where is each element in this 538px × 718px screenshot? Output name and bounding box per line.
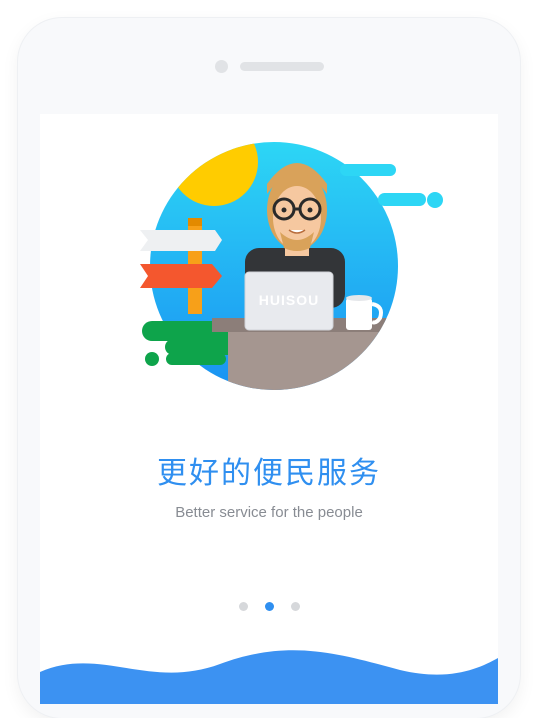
bottom-wave (40, 650, 498, 704)
onboarding-subtitle: Better service for the people (175, 504, 363, 521)
sun-shape (170, 142, 258, 206)
page-dot-1[interactable] (238, 602, 248, 611)
camera-dot (215, 60, 228, 73)
phone-frame: HUISOU 更好的便民服务 Better service for the pe… (18, 18, 520, 718)
desk (228, 322, 398, 390)
onboarding-illustration: HUISOU (140, 142, 443, 390)
laptop-logo-text: HUISOU (259, 292, 319, 308)
onboarding-title: 更好的便民服务 (157, 456, 381, 491)
page-dot-3[interactable] (290, 602, 300, 611)
page-dot-2-active[interactable] (264, 602, 274, 611)
laptop: HUISOU (244, 271, 334, 331)
page-indicator (40, 602, 498, 611)
onboarding-screen[interactable]: HUISOU 更好的便民服务 Better service for the pe… (40, 114, 498, 704)
speaker-slot (240, 62, 324, 71)
